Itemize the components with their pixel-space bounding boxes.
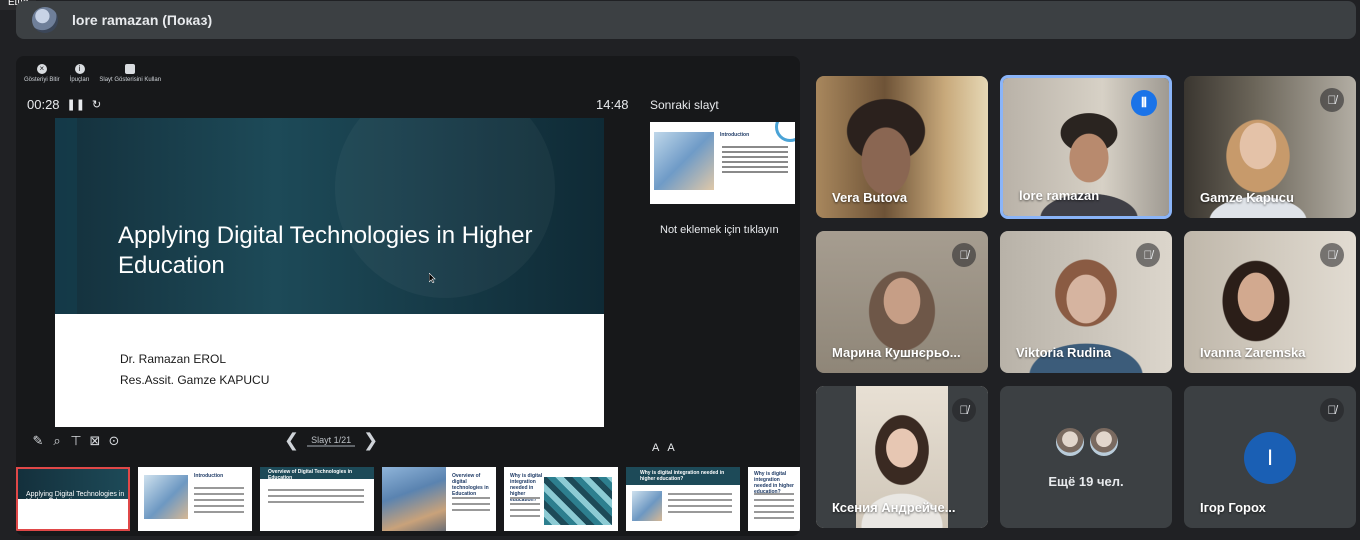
restart-icon[interactable]: ↻ (92, 98, 101, 111)
thumbnail-title: Why is digital integration needed in hig… (754, 471, 795, 495)
slide-banner (55, 118, 604, 314)
slideshow-icon (125, 64, 136, 74)
meet-window: Ещё lore ramazan (Показ) × Gösteriyi Bit… (0, 0, 1360, 540)
participant-name: Ігор Горох (1200, 500, 1266, 515)
thumbnail-image (382, 467, 446, 531)
slide-thumbnail[interactable]: Applying Digital Technologies in Higher … (16, 467, 130, 531)
slide-thumbnail[interactable]: Overview of digital technologies in Educ… (382, 467, 496, 531)
mic-off-icon: 🎙̸ (1320, 243, 1344, 267)
decorative-arc (775, 122, 795, 142)
slide-thumbnail-strip: Applying Digital Technologies in Higher … (16, 467, 800, 533)
participant-tile[interactable]: 🎙̸ I Ігор Горох (1184, 386, 1356, 528)
avatar (32, 7, 58, 33)
participant-name: Ксения Андрейче... (832, 500, 956, 515)
pointer-icon[interactable]: ⊤ (68, 433, 84, 449)
mouse-cursor-icon (429, 273, 436, 283)
participant-avatars (1054, 426, 1120, 458)
thumbnail-title: Overview of digital technologies in Educ… (452, 473, 489, 497)
mic-off-icon: 🎙̸ (1136, 243, 1160, 267)
mic-off-icon: 🎙̸ (1320, 398, 1344, 422)
annotation-tools: ✎ ⌕ ⊤ ⊠ ⊙ (30, 433, 122, 449)
next-slide-thumbnail[interactable]: Introduction (650, 122, 795, 204)
thumbnail-text-lines (668, 493, 732, 517)
avatar (1088, 426, 1120, 458)
participant-tile-speaking[interactable]: ⦀ lore ramazan (1000, 75, 1172, 219)
pause-icon[interactable]: ❚❚ (67, 98, 85, 111)
mic-off-icon: 🎙̸ (952, 398, 976, 422)
participant-tile[interactable]: 🎙̸ Gamze Kapucu (1184, 76, 1356, 218)
participant-name: Ivanna Zaremska (1200, 345, 1306, 360)
participant-tile[interactable]: 🎙̸ Ксения Андрейче... (816, 386, 988, 528)
increase-font-button[interactable]: A (667, 442, 674, 454)
next-slide-label: Sonraki slayt (650, 98, 719, 112)
slide-author: Dr. Ramazan EROL (120, 352, 227, 366)
thumbnail-text-lines (194, 487, 244, 517)
participant-name: Viktoria Rudina (1016, 345, 1112, 360)
pen-icon[interactable]: ✎ (30, 433, 46, 449)
thumbnail-diagram (544, 477, 612, 525)
tips-label: İpuçları (69, 77, 90, 83)
thumbnail-image (144, 475, 188, 519)
previous-slide-icon[interactable]: ❮ (284, 430, 299, 451)
participant-name: Vera Butova (832, 190, 908, 205)
current-slide[interactable]: Applying Digital Technologies in Higher … (55, 118, 604, 427)
elapsed-timer: 00:28 ❚❚ ↻ (27, 97, 101, 112)
speaker-notes[interactable]: Not eklemek için tıklayın (660, 224, 779, 236)
thumbnail-image (632, 491, 662, 521)
close-icon: × (36, 64, 47, 74)
slide-thumbnail[interactable]: Introduction (138, 467, 252, 531)
use-slideshow-label: Slayt Gösterisini Kullan (99, 77, 162, 83)
participant-tile[interactable]: 🎙̸ Viktoria Rudina (1000, 231, 1172, 373)
decrease-font-button[interactable]: A (652, 442, 659, 454)
camera-off-icon[interactable]: ⊠ (87, 433, 103, 449)
next-slide-title: Introduction (720, 132, 750, 138)
thumbnail-text-lines (754, 493, 794, 523)
slide-thumbnail[interactable]: Overview of Digital Technologies in Educ… (260, 467, 374, 531)
presenter-view: × Gösteriyi Bitir i İpuçları Slayt Göste… (16, 56, 800, 536)
use-slideshow-button[interactable]: Slayt Gösterisini Kullan (99, 64, 161, 83)
presentation-title: lore ramazan (Показ) (72, 12, 213, 28)
slide-thumbnail[interactable]: Why is digital integration needed in hig… (504, 467, 618, 531)
participant-tile[interactable]: Vera Butova (816, 76, 988, 218)
slide-navigation: ❮ Slayt 1/21 ❯ (284, 430, 378, 451)
thumbnail-text-lines (452, 497, 490, 515)
next-slide-icon[interactable]: ❯ (363, 430, 378, 451)
slide-thumbnail[interactable]: Why is digital integration needed in hig… (748, 467, 800, 531)
thumbnail-text-lines (268, 489, 364, 507)
slide-counter: Slayt 1/21 (307, 435, 356, 447)
mic-off-icon: 🎙̸ (1320, 88, 1344, 112)
slide-thumbnail[interactable]: Why is digital integration needed in hig… (626, 467, 740, 531)
thumbnail-title: Overview of Digital Technologies in Educ… (268, 469, 353, 481)
tips-button[interactable]: i İpuçları (69, 64, 90, 83)
thumbnail-title: Why is digital integration needed in hig… (640, 470, 725, 482)
more-participants-tile[interactable]: Ещё 19 чел. (1000, 386, 1172, 528)
info-icon: i (74, 64, 85, 74)
presenter-toolbar: × Gösteriyi Bitir i İpuçları Slayt Göste… (24, 64, 161, 83)
avatar: I (1244, 432, 1296, 484)
thumbnail-text-lines (722, 146, 788, 176)
participant-name: lore ramazan (1019, 188, 1100, 203)
slide-title: Applying Digital Technologies in Higher … (118, 222, 533, 279)
thumbnail-title: Introduction (194, 473, 224, 479)
font-size-controls: A A (652, 442, 675, 454)
presentation-header: lore ramazan (Показ) (16, 1, 1356, 39)
thumbnail-text-lines (510, 497, 540, 521)
speaking-indicator-icon: ⦀ (1131, 90, 1157, 116)
mic-off-icon: 🎙̸ (952, 243, 976, 267)
participant-name: Марина Кушнєрьо... (832, 345, 961, 360)
end-show-button[interactable]: × Gösteriyi Bitir (24, 64, 60, 83)
thumbnail-title: Applying Digital Technologies in Higher … (26, 491, 125, 505)
end-show-label: Gösteriyi Bitir (24, 77, 60, 83)
avatar (1054, 426, 1086, 458)
slide-author: Res.Assit. Gamze KAPUCU (120, 373, 270, 387)
elapsed-time: 00:28 (27, 97, 60, 112)
zoom-icon[interactable]: ⌕ (49, 433, 65, 449)
participant-tile[interactable]: 🎙̸ Марина Кушнєрьо... (816, 231, 988, 373)
participant-name: Gamze Kapucu (1200, 190, 1294, 205)
more-options-icon[interactable]: ⊙ (106, 433, 122, 449)
more-participants-count: Ещё 19 чел. (1048, 474, 1124, 489)
clock: 14:48 (596, 97, 629, 112)
thumbnail-image (654, 132, 714, 190)
participant-tile[interactable]: 🎙̸ Ivanna Zaremska (1184, 231, 1356, 373)
